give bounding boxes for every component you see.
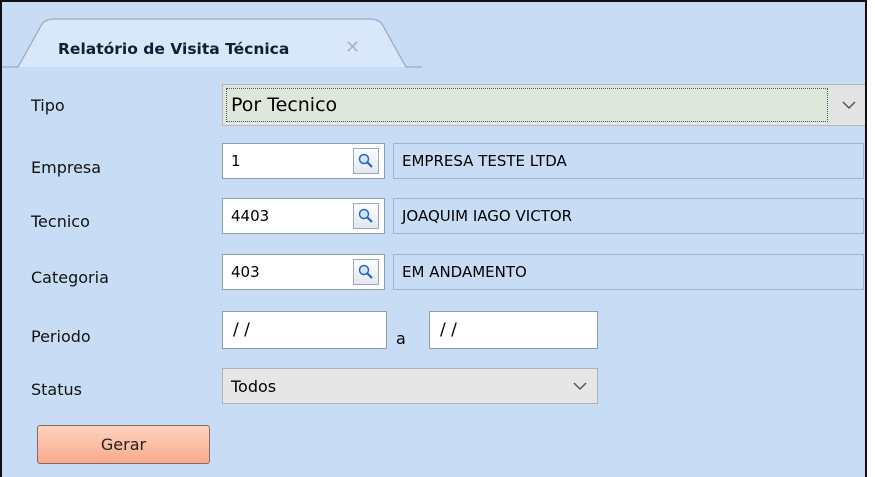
status-label: Status: [31, 380, 82, 399]
empresa-label: Empresa: [31, 158, 102, 177]
tab-title-label: Relatório de Visita Técnica: [58, 40, 290, 58]
tecnico-label: Tecnico: [31, 212, 90, 231]
categoria-name-value: EM ANDAMENTO: [402, 263, 527, 281]
chevron-down-icon[interactable]: [563, 369, 597, 403]
tab-strip: Relatório de Visita Técnica ✕: [2, 2, 865, 68]
chevron-down-icon[interactable]: [832, 85, 865, 125]
report-window: Relatório de Visita Técnica ✕ Tipo Por T…: [0, 0, 867, 477]
tipo-value: Por Tecnico: [231, 94, 338, 116]
categoria-name-field: EM ANDAMENTO: [393, 254, 864, 290]
tipo-label: Tipo: [31, 96, 65, 115]
periodo-start-input[interactable]: / /: [222, 311, 387, 349]
magnifier-icon[interactable]: [353, 203, 379, 229]
periodo-separator: a: [396, 329, 406, 348]
tipo-select[interactable]: Por Tecnico: [222, 84, 865, 126]
tecnico-code-value: 4403: [231, 207, 270, 225]
gerar-button-label: Gerar: [100, 435, 147, 454]
categoria-label: Categoria: [31, 268, 109, 287]
periodo-end-input[interactable]: / /: [429, 311, 598, 349]
empresa-name-field: EMPRESA TESTE LTDA: [393, 143, 864, 179]
tecnico-name-value: JOAQUIM IAGO VICTOR: [402, 207, 573, 225]
magnifier-icon[interactable]: [353, 148, 379, 174]
tecnico-name-field: JOAQUIM IAGO VICTOR: [393, 198, 864, 234]
magnifier-icon[interactable]: [353, 259, 379, 285]
tab-shape: [2, 18, 422, 68]
gerar-button[interactable]: Gerar: [37, 425, 210, 464]
periodo-end-value: / /: [440, 320, 457, 340]
categoria-code-value: 403: [231, 263, 260, 281]
periodo-label: Periodo: [31, 327, 91, 346]
status-select[interactable]: Todos: [222, 368, 598, 404]
tab-relatorio-visita-tecnica[interactable]: Relatório de Visita Técnica: [58, 40, 289, 58]
close-icon[interactable]: ✕: [345, 37, 360, 58]
status-value: Todos: [231, 376, 277, 396]
periodo-start-value: / /: [233, 320, 250, 340]
empresa-code-value: 1: [231, 152, 241, 170]
empresa-name-value: EMPRESA TESTE LTDA: [402, 152, 567, 170]
